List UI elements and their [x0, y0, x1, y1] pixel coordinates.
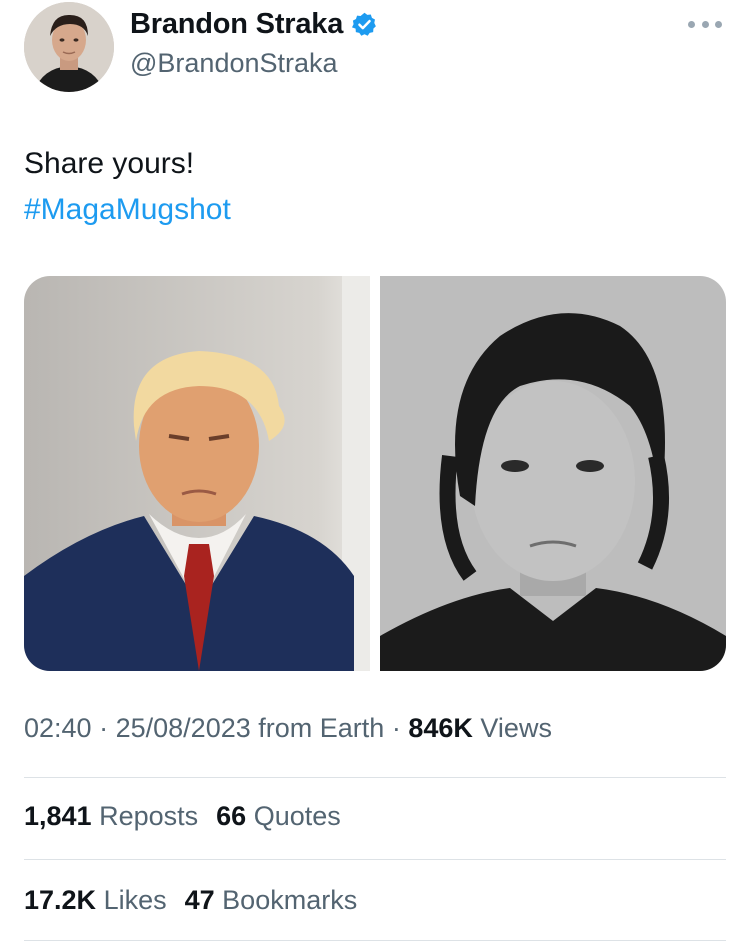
verified-badge-icon [352, 12, 377, 36]
quotes-link[interactable]: 66 Quotes [216, 801, 341, 832]
more-dot [688, 20, 695, 28]
views-label: Views [480, 713, 552, 743]
likes-label: Likes [103, 885, 167, 915]
views-count: 846K [408, 713, 473, 743]
engagement-row-1: 1,841 Reposts 66 Quotes [24, 801, 341, 832]
reposts-count: 1,841 [24, 801, 92, 831]
tweet-meta: 02:40 · 25/08/2023 from Earth · 846K Vie… [24, 713, 552, 744]
post-date[interactable]: 25/08/2023 [116, 713, 251, 743]
more-dot [701, 20, 709, 28]
likes-link[interactable]: 17.2K Likes [24, 885, 167, 916]
tweet-header: Brandon Straka @BrandonStraka [24, 0, 726, 95]
more-options-icon[interactable] [688, 14, 722, 34]
quotes-count: 66 [216, 801, 247, 831]
reposts-link[interactable]: 1,841 Reposts [24, 801, 198, 832]
reposts-label: Reposts [99, 801, 199, 831]
author-name-row: Brandon Straka [130, 8, 378, 41]
media-photo-right[interactable] [380, 276, 726, 671]
divider [24, 940, 726, 941]
avatar-image [24, 2, 114, 92]
post-source: from Earth [258, 713, 385, 743]
mugshot-photo-right-image [380, 276, 726, 671]
mugshot-photo-left-image [24, 276, 370, 671]
avatar[interactable] [24, 2, 114, 92]
author-handle[interactable]: @BrandonStraka [130, 48, 338, 79]
likes-count: 17.2K [24, 885, 97, 915]
media-grid [24, 276, 726, 671]
post-time[interactable]: 02:40 [24, 713, 92, 743]
bookmarks-count: 47 [184, 885, 215, 915]
more-dot [715, 20, 722, 28]
quotes-label: Quotes [253, 801, 341, 831]
bookmarks-label: Bookmarks [222, 885, 358, 915]
divider [24, 859, 726, 860]
meta-separator: · [99, 713, 109, 743]
engagement-row-2: 17.2K Likes 47 Bookmarks [24, 885, 357, 916]
media-photo-left[interactable] [24, 276, 370, 671]
tweet-body: Share yours! [24, 147, 195, 180]
tweet-text: Share yours! #MagaMugshot [24, 141, 231, 233]
meta-separator: · [391, 713, 401, 743]
bookmarks-link[interactable]: 47 Bookmarks [185, 885, 358, 916]
divider [24, 777, 726, 778]
author-name[interactable]: Brandon Straka [130, 8, 343, 41]
hashtag-link[interactable]: #MagaMugshot [24, 187, 231, 233]
